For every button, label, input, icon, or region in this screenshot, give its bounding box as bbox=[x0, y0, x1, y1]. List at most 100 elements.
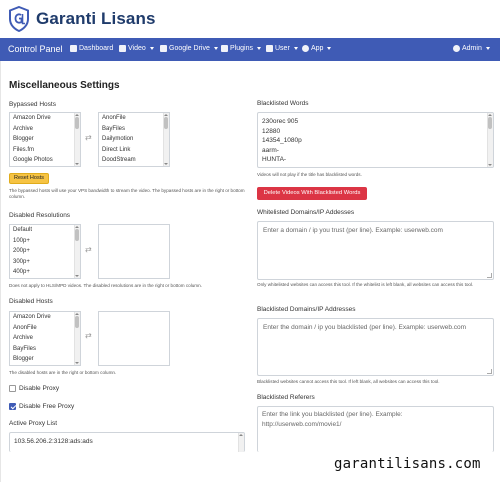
navbar-title[interactable]: Control Panel bbox=[8, 44, 63, 54]
blacklisted-domains-placeholder: Enter the domain / ip you blacklisted (p… bbox=[263, 324, 467, 331]
disable-free-proxy-checkbox[interactable] bbox=[9, 403, 16, 410]
scrollbar[interactable] bbox=[74, 113, 80, 166]
list-item[interactable]: AnonFile bbox=[10, 323, 80, 334]
active-proxy-list-label: Active Proxy List bbox=[9, 420, 58, 427]
blacklisted-referers-placeholder-line: Enter the link you blacklisted (per line… bbox=[262, 411, 403, 418]
blacklisted-referers-placeholder-line: http://userweb.com/movie1/ bbox=[262, 420, 342, 428]
disable-proxy-label[interactable]: Disable Proxy bbox=[19, 385, 59, 392]
list-item[interactable]: Dailymotion bbox=[99, 134, 169, 145]
scrollbar[interactable] bbox=[163, 113, 169, 166]
scrollbar[interactable] bbox=[487, 113, 493, 167]
scroll-up-icon bbox=[75, 226, 79, 228]
list-item[interactable]: Direct Link bbox=[99, 145, 169, 156]
blacklisted-words-help: Videos will not play if the title has bl… bbox=[257, 172, 362, 177]
list-item[interactable]: Blogger bbox=[10, 354, 80, 365]
disabled-hosts-available-list[interactable]: Amazon Drive AnonFile Archive BayFiles B… bbox=[9, 311, 81, 366]
user-icon bbox=[266, 45, 273, 52]
swap-arrows-icon: ⇄ bbox=[85, 245, 92, 254]
admin-label: Admin bbox=[462, 45, 482, 52]
scrollbar[interactable] bbox=[74, 312, 80, 365]
scroll-down-icon bbox=[164, 163, 168, 165]
reset-hosts-button[interactable]: Reset Hosts bbox=[9, 173, 49, 184]
scrollbar-thumb[interactable] bbox=[164, 117, 168, 129]
textarea-line: 14354_1080p bbox=[262, 137, 302, 144]
nav-item-label: Plugins bbox=[230, 45, 253, 52]
list-item[interactable]: Blogger bbox=[10, 134, 80, 145]
textarea-line: HUNTA- bbox=[262, 156, 287, 163]
watermark-text: garantilisans.com bbox=[334, 456, 481, 472]
delete-blacklisted-videos-button[interactable]: Delete Videos With Blacklisted Words bbox=[257, 187, 367, 200]
disabled-resolutions-selected-list[interactable] bbox=[98, 224, 170, 279]
list-item[interactable]: Archive bbox=[10, 124, 80, 135]
scroll-up-icon bbox=[239, 434, 243, 436]
disable-proxy-checkbox[interactable] bbox=[9, 385, 16, 392]
list-item[interactable]: Amazon Drive bbox=[10, 113, 80, 124]
swap-arrows-icon: ⇄ bbox=[85, 133, 92, 142]
shield-logo-icon bbox=[9, 6, 29, 32]
brand-name[interactable]: Garanti Lisans bbox=[36, 9, 156, 29]
nav-item-user[interactable]: User bbox=[266, 45, 298, 52]
list-item[interactable]: 300p+ bbox=[10, 257, 80, 268]
list-item[interactable]: AnonFile bbox=[99, 113, 169, 124]
nav-item-label: User bbox=[275, 45, 290, 52]
whitelisted-domains-help: Only whitelisted websites can access thi… bbox=[257, 282, 474, 287]
bypassed-hosts-label: Bypassed Hosts bbox=[9, 101, 56, 108]
nav-item-label: Dashboard bbox=[79, 45, 114, 52]
scroll-down-icon bbox=[75, 163, 79, 165]
scrollbar-thumb[interactable] bbox=[75, 316, 79, 328]
list-item[interactable]: Files.fm bbox=[10, 145, 80, 156]
disabled-resolutions-help: Does not apply to HLS/MPD videos. The di… bbox=[9, 283, 202, 288]
list-item[interactable]: Amazon Drive bbox=[10, 312, 80, 323]
scrollbar[interactable] bbox=[74, 225, 80, 278]
nav-item-label: Google Drive bbox=[169, 45, 210, 52]
textarea-line: 12880 bbox=[262, 127, 281, 135]
active-proxy-list-textarea[interactable]: 103.56.206.2:3128:ads:ads bbox=[9, 432, 245, 452]
scrollbar-thumb[interactable] bbox=[75, 229, 79, 241]
blacklisted-referers-label: Blacklisted Referers bbox=[257, 394, 315, 401]
scroll-down-icon bbox=[488, 164, 492, 166]
disabled-resolutions-available-list[interactable]: Default 100p+ 200p+ 300p+ 400p+ bbox=[9, 224, 81, 279]
disable-free-proxy-label[interactable]: Disable Free Proxy bbox=[19, 403, 74, 410]
resize-handle-icon[interactable] bbox=[487, 369, 492, 374]
disabled-hosts-selected-list[interactable] bbox=[98, 311, 170, 366]
scrollbar-thumb[interactable] bbox=[488, 117, 492, 129]
scroll-down-icon bbox=[75, 362, 79, 364]
scroll-up-icon bbox=[75, 313, 79, 315]
chevron-down-icon bbox=[327, 47, 332, 50]
chevron-down-icon bbox=[256, 47, 261, 50]
nav-item-app[interactable]: App bbox=[302, 45, 332, 52]
scrollbar-thumb[interactable] bbox=[75, 117, 79, 129]
scrollbar[interactable] bbox=[238, 433, 244, 452]
bypassed-hosts-selected-list[interactable]: AnonFile BayFiles Dailymotion Direct Lin… bbox=[98, 112, 170, 167]
list-item[interactable]: BayFiles bbox=[10, 344, 80, 355]
whitelisted-domains-textarea[interactable]: Enter a domain / ip you trust (per line)… bbox=[257, 221, 494, 280]
list-item[interactable]: Archive bbox=[10, 333, 80, 344]
bypassed-hosts-available-list[interactable]: Amazon Drive Archive Blogger Files.fm Go… bbox=[9, 112, 81, 167]
blacklisted-words-textarea[interactable]: 230orec 905 12880 14354_1080p aarm- HUNT… bbox=[257, 112, 494, 168]
nav-item-video[interactable]: Video bbox=[119, 45, 154, 52]
film-icon bbox=[119, 45, 126, 52]
textarea-line: 103.56.206.2:3128:ads:ads bbox=[14, 438, 93, 445]
list-item[interactable]: 200p+ bbox=[10, 246, 80, 257]
nav-item-dashboard[interactable]: Dashboard bbox=[70, 45, 113, 52]
blacklisted-domains-label: Blacklisted Domains/IP Addresses bbox=[257, 306, 356, 313]
blacklisted-domains-textarea[interactable]: Enter the domain / ip you blacklisted (p… bbox=[257, 318, 494, 376]
nav-item-label: Video bbox=[128, 45, 146, 52]
scroll-up-icon bbox=[75, 114, 79, 116]
resize-handle-icon[interactable] bbox=[487, 273, 492, 278]
top-navbar: Control Panel Dashboard Video Google Dri… bbox=[0, 38, 500, 61]
nav-item-plugins[interactable]: Plugins bbox=[221, 45, 261, 52]
list-item[interactable]: Google Photos bbox=[10, 155, 80, 166]
list-item[interactable]: BayFiles bbox=[99, 124, 169, 135]
list-item[interactable]: 400p+ bbox=[10, 267, 80, 278]
textarea-line: 230orec 905 bbox=[262, 118, 299, 125]
list-item[interactable]: Default bbox=[10, 225, 80, 236]
nav-item-google-drive[interactable]: Google Drive bbox=[160, 45, 218, 52]
blacklisted-words-label: Blacklisted Words bbox=[257, 100, 309, 107]
nav-item-admin[interactable]: Admin bbox=[453, 45, 490, 52]
whitelisted-domains-label: Whitelisted Domains/IP Addesses bbox=[257, 209, 355, 216]
blacklisted-referers-textarea[interactable]: Enter the link you blacklisted (per line… bbox=[257, 406, 494, 452]
list-item[interactable]: DoodStream bbox=[99, 155, 169, 166]
chevron-down-icon bbox=[293, 47, 298, 50]
list-item[interactable]: 100p+ bbox=[10, 236, 80, 247]
